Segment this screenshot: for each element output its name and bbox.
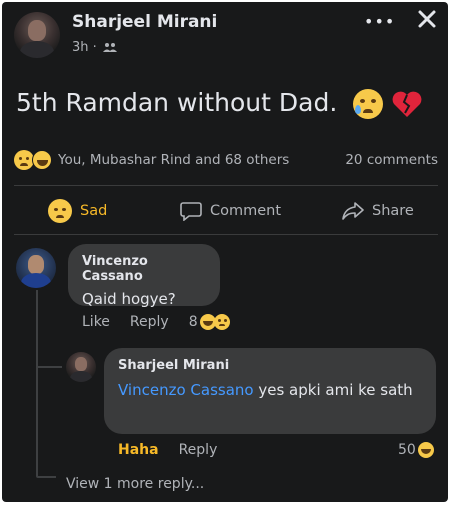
reply-reaction-count: 50 xyxy=(398,442,416,458)
comment-button-label: Comment xyxy=(210,203,282,219)
mention-link[interactable]: Vincenzo Cassano xyxy=(118,381,254,399)
friends-icon xyxy=(102,43,117,52)
post-text: 5th Ramdan without Dad. xyxy=(16,88,423,119)
comments-count[interactable]: 20 comments xyxy=(345,152,438,168)
crying-face-icon xyxy=(353,89,384,119)
reply-reaction[interactable]: 50 xyxy=(398,442,434,458)
divider xyxy=(14,185,438,186)
close-button[interactable] xyxy=(416,8,438,34)
reply-bubble: Sharjeel Mirani Vincenzo Cassano yes apk… xyxy=(104,348,436,434)
view-more-replies[interactable]: View 1 more reply... xyxy=(66,476,224,492)
divider xyxy=(14,234,438,235)
replier-avatar[interactable] xyxy=(66,352,96,382)
thread-line xyxy=(36,476,56,478)
thread-line xyxy=(36,366,62,368)
post-meta: 3h · xyxy=(72,40,117,55)
thread-line xyxy=(36,290,38,476)
commenter-avatar[interactable] xyxy=(16,248,56,288)
comment-button[interactable]: Comment xyxy=(180,198,281,224)
react-button[interactable]: Sad xyxy=(48,198,107,224)
share-button-label: Share xyxy=(372,203,414,219)
comment-bubble: Vincenzo Cassano Qaid hogye? xyxy=(68,244,220,308)
comment-reaction-count[interactable]: 8 xyxy=(189,314,198,330)
broken-heart-icon xyxy=(391,89,423,119)
close-icon xyxy=(418,10,436,28)
share-button[interactable]: Share xyxy=(342,198,414,224)
author-avatar[interactable] xyxy=(14,12,60,58)
crying-reaction-icon xyxy=(213,314,230,330)
comment-icon xyxy=(180,202,202,221)
reply-actions: Haha Reply xyxy=(118,442,237,458)
like-button[interactable]: Like xyxy=(82,314,110,330)
haha-reaction-icon xyxy=(32,150,52,170)
reactions-summary[interactable]: You, Mubashar Rind and 68 others 20 comm… xyxy=(14,150,438,172)
reply-button[interactable]: Reply xyxy=(179,442,218,458)
haha-reaction-icon xyxy=(417,442,434,458)
post-author-name[interactable]: Sharjeel Mirani xyxy=(72,12,217,32)
comment-text: Qaid hogye? xyxy=(82,290,176,308)
reaction-button[interactable]: Haha xyxy=(118,442,159,458)
more-options-button[interactable]: ••• xyxy=(364,12,395,31)
react-button-label: Sad xyxy=(80,203,108,219)
share-icon xyxy=(342,202,364,220)
post-body: 5th Ramdan without Dad. xyxy=(16,88,338,117)
view-more-replies-label: View 1 more reply... xyxy=(66,476,205,492)
reply-author-name[interactable]: Sharjeel Mirani xyxy=(118,358,422,373)
post-modal: Sharjeel Mirani 3h · ••• 5th Ramdan with… xyxy=(2,2,448,502)
reply-button[interactable]: Reply xyxy=(130,314,169,330)
comment-author-name[interactable]: Vincenzo Cassano xyxy=(82,254,206,284)
sad-reaction-icon xyxy=(48,199,72,223)
sad-reaction-icon xyxy=(14,150,34,170)
reply-body: yes apki ami ke sath xyxy=(253,381,413,399)
reply-text: Vincenzo Cassano yes apki ami ke sath xyxy=(118,379,418,401)
reactions-summary-text[interactable]: You, Mubashar Rind and 68 others xyxy=(58,152,289,168)
post-time[interactable]: 3h · xyxy=(72,40,97,55)
comment-actions: Like Reply 8 xyxy=(82,314,230,330)
